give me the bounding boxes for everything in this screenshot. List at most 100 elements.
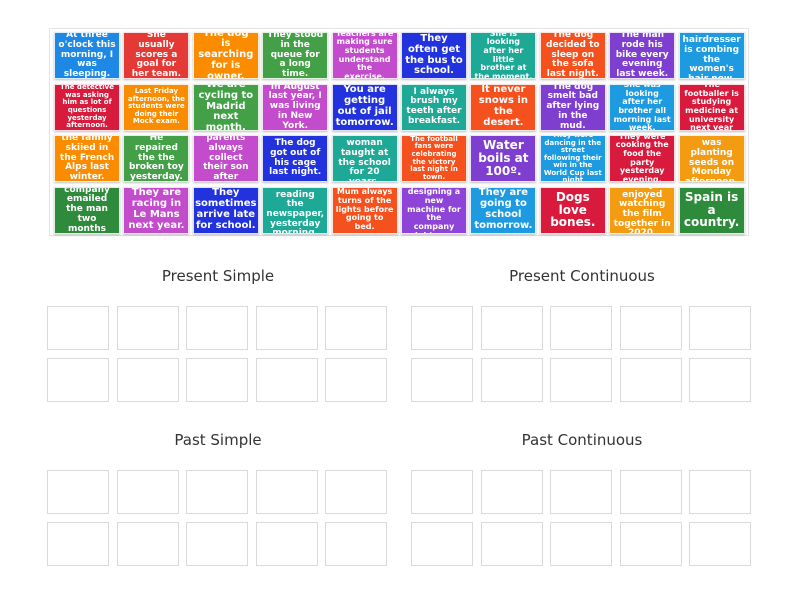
sentence-card[interactable]: He repaired the the broken toy yesterday… xyxy=(123,135,190,182)
zone-title-past-continuous: Past Continuous xyxy=(521,431,643,449)
sentence-card[interactable]: They are racing in Le Mans next year. xyxy=(123,186,190,234)
drop-slot-present-continuous[interactable] xyxy=(550,358,613,402)
drop-slot-past-continuous[interactable] xyxy=(619,470,682,514)
drop-slot-present-simple[interactable] xyxy=(255,306,318,350)
sentence-card-text: The parents always collect their son aft… xyxy=(203,135,249,182)
sentence-card-text: The man rode his bike every evening last… xyxy=(615,32,669,79)
drop-slot-past-simple[interactable] xyxy=(325,522,388,566)
sentence-card[interactable]: The football fans were celebrating the v… xyxy=(401,135,467,182)
sentence-card[interactable]: The dog decided to sleep on the sofa las… xyxy=(539,32,606,79)
sentence-card[interactable]: In August last year, I was living in New… xyxy=(262,83,329,131)
sentence-card[interactable]: The detective was asking him as lot of q… xyxy=(54,83,120,131)
drop-slot-past-continuous[interactable] xyxy=(550,522,613,566)
sentence-card[interactable]: Dogs love bones. xyxy=(539,186,606,234)
sentence-card[interactable]: She usually scores a goal for her team. xyxy=(123,32,190,79)
drop-slot-past-continuous[interactable] xyxy=(689,470,752,514)
drop-slot-present-continuous[interactable] xyxy=(480,306,543,350)
sentence-card[interactable]: They enjoyed watching the film together … xyxy=(609,186,676,234)
drop-slot-present-simple[interactable] xyxy=(186,306,249,350)
drop-slot-past-simple[interactable] xyxy=(186,470,249,514)
drop-slot-present-continuous[interactable] xyxy=(689,306,752,350)
sentence-card[interactable]: Last Friday afternoon, the students were… xyxy=(123,83,190,131)
drop-slot-present-simple[interactable] xyxy=(255,358,318,402)
drop-slot-present-continuous[interactable] xyxy=(480,358,543,402)
drop-slot-present-simple[interactable] xyxy=(186,358,249,402)
sentence-card-text: The hairdresser is combing the women's h… xyxy=(682,33,741,79)
sentence-card[interactable]: The dog got out of his cage last night. xyxy=(262,135,329,182)
sentence-card[interactable]: Mum always turns of the lights before go… xyxy=(331,186,398,234)
drop-slot-past-continuous[interactable] xyxy=(411,470,473,514)
sentence-card[interactable]: She is looking after her little brother … xyxy=(470,32,537,79)
sentence-card[interactable]: The man rode his bike every evening last… xyxy=(609,32,676,79)
drop-slot-present-continuous[interactable] xyxy=(411,306,473,350)
drop-slot-past-continuous[interactable] xyxy=(689,522,752,566)
drop-slot-past-simple[interactable] xyxy=(47,470,109,514)
drop-slot-past-continuous[interactable] xyxy=(619,522,682,566)
sentence-card[interactable]: Teachers are making sure students unders… xyxy=(331,32,398,79)
sentence-card-text: You are getting out of jail tomorrow. xyxy=(335,84,394,128)
sentence-card[interactable]: They company emailed the man two months … xyxy=(54,186,120,234)
sentence-card[interactable]: They were cooking the food the party yes… xyxy=(609,135,676,182)
sentence-card[interactable]: The farmer was planting seeds on Monday … xyxy=(678,135,745,182)
sentence-card[interactable]: The dog is searching for is owner. xyxy=(192,32,259,79)
sentence-card[interactable]: The woman taught at the school for 20 ye… xyxy=(331,135,398,182)
sentence-card-text: They company emailed the man two months … xyxy=(64,186,110,234)
sentence-card[interactable]: They are going to school tomorrow. xyxy=(470,186,537,234)
sentence-card-text: They were cooking the food the party yes… xyxy=(615,135,669,182)
drop-slot-present-simple[interactable] xyxy=(325,306,388,350)
drop-slot-present-simple[interactable] xyxy=(325,358,388,402)
sentence-card[interactable]: She was looking after her brother all mo… xyxy=(609,83,676,131)
drop-slot-present-simple[interactable] xyxy=(47,358,109,402)
sentence-card[interactable]: The dog smelt bad after lying in the mud… xyxy=(539,83,606,131)
sentence-card[interactable]: You are getting out of jail tomorrow. xyxy=(331,83,398,131)
sentence-card[interactable]: They stood in the queue for a long time. xyxy=(262,32,329,79)
sentence-card-text: Water boils at 100º. xyxy=(478,138,529,178)
sentence-card[interactable]: He was reading the newspaper, yesterday … xyxy=(262,186,329,234)
drop-slot-past-continuous[interactable] xyxy=(411,522,473,566)
drop-slot-present-continuous[interactable] xyxy=(619,306,682,350)
sentence-card[interactable]: They often get the bus to school. xyxy=(401,32,467,79)
sentence-card[interactable]: The footballer is studying medicine at u… xyxy=(678,83,745,131)
sentence-card-text: They were dancing in the street followin… xyxy=(543,135,602,182)
sentence-card-text: The dog is searching for is owner. xyxy=(198,32,254,79)
sentence-card-text: They enjoyed watching the film together … xyxy=(613,188,671,234)
sentence-card[interactable]: They were dancing in the street followin… xyxy=(539,135,606,182)
sentence-card-text: At three o'clock this morning, I was sle… xyxy=(58,32,116,79)
sentence-card[interactable]: Water boils at 100º. xyxy=(470,135,537,182)
sentence-card-text: In August last year, I was living in New… xyxy=(268,83,322,131)
sentence-card[interactable]: The hairdresser is combing the women's h… xyxy=(678,32,745,79)
drop-slot-present-continuous[interactable] xyxy=(411,358,473,402)
sentence-card-text: Dogs love bones. xyxy=(550,189,596,230)
sentence-card[interactable]: the man is designing a new machine for t… xyxy=(401,186,467,234)
sentence-card[interactable]: I always brush my teeth after breakfast. xyxy=(401,83,467,131)
sentence-card[interactable]: We are cycling to Madrid next month. xyxy=(192,83,259,131)
sentence-card[interactable]: They sometimes arrive late for school. xyxy=(192,186,259,234)
drop-slot-past-simple[interactable] xyxy=(325,470,388,514)
sentence-card-text: The dog decided to sleep on the sofa las… xyxy=(546,32,600,79)
drop-slot-present-continuous[interactable] xyxy=(550,306,613,350)
drop-slot-present-simple[interactable] xyxy=(47,306,109,350)
drop-slot-past-simple[interactable] xyxy=(47,522,109,566)
drop-slot-past-simple[interactable] xyxy=(255,470,318,514)
sentence-card[interactable]: It never snows in the desert. xyxy=(470,83,537,131)
sentence-card[interactable]: At three o'clock this morning, I was sle… xyxy=(54,32,120,79)
drop-slot-past-simple[interactable] xyxy=(255,522,318,566)
drop-slot-past-continuous[interactable] xyxy=(550,470,613,514)
sentence-card[interactable]: Spain is a country. xyxy=(678,186,745,234)
sentence-card-text: Last Friday afternoon, the students were… xyxy=(127,87,185,126)
sentence-card-text: Mum always turns of the lights before go… xyxy=(335,187,394,231)
drop-slot-past-continuous[interactable] xyxy=(480,470,543,514)
drop-slot-present-continuous[interactable] xyxy=(689,358,752,402)
drop-slot-past-simple[interactable] xyxy=(116,470,179,514)
drop-slot-past-continuous[interactable] xyxy=(480,522,543,566)
sentence-card-text: She usually scores a goal for her team. xyxy=(131,32,182,79)
drop-slot-past-simple[interactable] xyxy=(116,522,179,566)
drop-slot-present-simple[interactable] xyxy=(116,358,179,402)
sentence-card[interactable]: The parents always collect their son aft… xyxy=(192,135,259,182)
drop-slot-present-continuous[interactable] xyxy=(619,358,682,402)
sentence-card[interactable]: the family skiied in the French Alps las… xyxy=(54,135,120,182)
sentence-card-text: the family skiied in the French Alps las… xyxy=(59,135,115,182)
drop-slot-past-simple[interactable] xyxy=(186,522,249,566)
sentence-card-text: The footballer is studying medicine at u… xyxy=(684,83,739,131)
drop-slot-present-simple[interactable] xyxy=(116,306,179,350)
